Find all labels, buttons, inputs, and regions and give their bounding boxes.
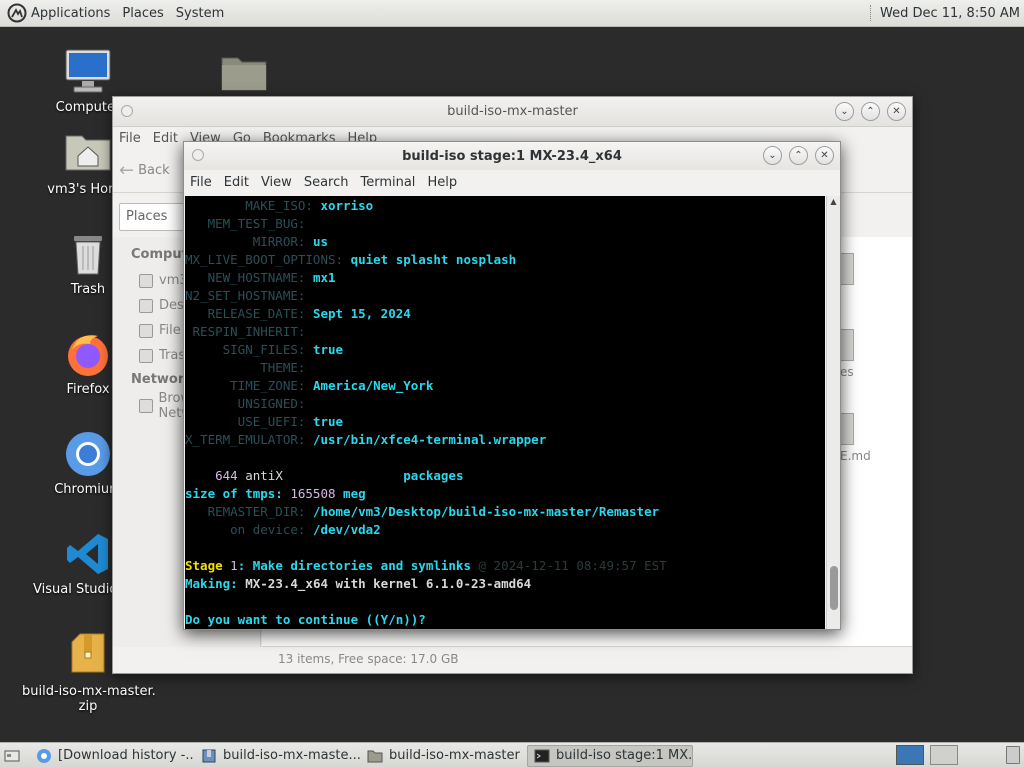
config-line: MEM_TEST_BUG: <box>185 216 313 231</box>
status-bar: 13 items, Free space: 17.0 GB <box>262 646 912 673</box>
zip-archive-icon <box>64 632 112 680</box>
task-file-manager[interactable]: build-iso-mx-master <box>361 745 527 767</box>
config-line: MAKE_ISO: xorriso <box>185 198 374 213</box>
menu-file[interactable]: File <box>119 131 141 146</box>
file-manager-titlebar[interactable]: build-iso-mx-master ⌄ ⌃ ✕ <box>113 97 912 127</box>
menu-view[interactable]: View <box>261 175 292 190</box>
terminal-title: build-iso stage:1 MX-23.4_x64 <box>402 148 622 164</box>
trash-applet-icon[interactable] <box>1006 746 1020 764</box>
folder-icon <box>367 750 383 762</box>
config-line: THEME: <box>185 360 313 375</box>
task-archive-manager[interactable]: build-iso-mx-maste... <box>195 745 361 767</box>
file-item[interactable] <box>840 253 854 289</box>
desktop-icon <box>139 298 153 313</box>
terminal-scrollbar[interactable]: ▲ <box>826 196 840 629</box>
bottom-panel: [Download history -... build-iso-mx-mast… <box>0 742 1024 768</box>
config-line: SIGN_FILES: true <box>185 342 344 357</box>
terminal-output[interactable]: MAKE_ISO: xorriso MEM_TEST_BUG: MIRROR: … <box>185 196 825 629</box>
terminal-icon <box>534 749 550 762</box>
packages-line: 644 antiX packages <box>215 468 464 483</box>
show-desktop-button[interactable] <box>0 745 30 767</box>
config-line: MX_LIVE_BOOT_OPTIONS: quiet splasht nosp… <box>185 252 517 267</box>
menu-edit[interactable]: Edit <box>224 175 249 190</box>
firefox-icon <box>64 330 112 378</box>
chromium-icon <box>37 748 51 763</box>
trash-icon <box>64 230 112 278</box>
minimize-button[interactable]: ⌄ <box>763 146 782 165</box>
clock[interactable]: Wed Dec 11, 8:50 AM <box>880 6 1020 21</box>
file-icon <box>840 413 854 445</box>
mx-logo-icon[interactable] <box>7 3 27 23</box>
config-line: N2_SET_HOSTNAME: <box>185 288 313 303</box>
menu-file[interactable]: File <box>190 175 212 190</box>
folder-icon <box>840 329 854 361</box>
minimize-button[interactable]: ⌄ <box>835 102 854 121</box>
home-folder-icon <box>64 130 112 178</box>
show-desktop-icon <box>4 750 20 761</box>
workspace-2[interactable] <box>930 745 958 765</box>
config-line: RESPIN_INHERIT: <box>185 324 313 339</box>
tmps-size-line: size of tmps: 165508 meg <box>185 486 366 501</box>
computer-icon <box>64 48 112 96</box>
config-line: MIRROR: us <box>185 234 328 249</box>
network-icon <box>139 398 153 413</box>
making-line: Making: MX-23.4_x64 with kernel 6.1.0-23… <box>185 576 532 591</box>
home-icon <box>139 273 153 288</box>
file-item[interactable]: es <box>840 329 854 379</box>
task-download-history[interactable]: [Download history -... <box>30 745 195 767</box>
task-terminal[interactable]: build-iso stage:1 MX... <box>527 744 693 767</box>
maximize-button[interactable]: ⌃ <box>789 146 808 165</box>
panel-separator <box>869 5 872 21</box>
config-line: X_TERM_EMULATOR: /usr/bin/xfce4-terminal… <box>185 432 547 447</box>
menu-help[interactable]: Help <box>427 175 457 190</box>
menu-terminal[interactable]: Terminal <box>360 175 415 190</box>
remaster-dir-line: REMASTER_DIR: /home/vm3/Desktop/build-is… <box>185 504 660 519</box>
trash-icon <box>139 348 153 363</box>
file-item[interactable]: E.md <box>840 413 871 463</box>
applications-menu[interactable]: Applications <box>31 6 110 21</box>
config-line: RELEASE_DATE: Sept 15, 2024 <box>185 306 411 321</box>
system-menu[interactable]: System <box>176 6 224 21</box>
window-menu-icon[interactable] <box>192 149 204 161</box>
close-button[interactable]: ✕ <box>815 146 834 165</box>
vscode-icon <box>64 530 112 578</box>
config-line: NEW_HOSTNAME: mx1 <box>185 270 336 285</box>
back-label: Back <box>138 163 170 178</box>
scroll-up-arrow-icon[interactable]: ▲ <box>827 196 840 208</box>
config-line: TIME_ZONE: America/New_York <box>185 378 434 393</box>
terminal-titlebar[interactable]: build-iso stage:1 MX-23.4_x64 ⌄ ⌃ ✕ <box>184 142 840 170</box>
menu-search[interactable]: Search <box>304 175 349 190</box>
stage-line: Stage 1: Make directories and symlinks @… <box>185 558 667 573</box>
close-button[interactable]: ✕ <box>887 102 906 121</box>
on-device-line: on device: /dev/vda2 <box>185 522 381 537</box>
menu-edit[interactable]: Edit <box>153 131 178 146</box>
scrollbar-thumb[interactable] <box>830 566 838 610</box>
places-menu[interactable]: Places <box>122 6 163 21</box>
terminal-window[interactable]: build-iso stage:1 MX-23.4_x64 ⌄ ⌃ ✕ File… <box>183 141 841 630</box>
workspace-1[interactable] <box>896 745 924 765</box>
back-button[interactable]: ← Back <box>119 160 170 181</box>
archive-manager-icon <box>202 749 216 762</box>
continue-prompt[interactable]: Do you want to continue ((Y/n))? <box>185 611 825 629</box>
config-line: UNSIGNED: <box>185 396 313 411</box>
top-panel: Applications Places System Wed Dec 11, 8… <box>0 0 1024 27</box>
config-line: USE_UEFI: true <box>185 414 344 429</box>
chromium-icon <box>64 430 112 478</box>
maximize-button[interactable]: ⌃ <box>861 102 880 121</box>
terminal-menubar: File Edit View Search Terminal Help <box>184 170 840 194</box>
folder-icon <box>220 52 268 100</box>
folder-icon <box>840 253 854 285</box>
file-manager-title: build-iso-mx-master <box>447 104 578 119</box>
window-menu-icon[interactable] <box>121 105 133 117</box>
back-arrow-icon: ← <box>119 160 135 181</box>
drive-icon <box>139 323 153 338</box>
